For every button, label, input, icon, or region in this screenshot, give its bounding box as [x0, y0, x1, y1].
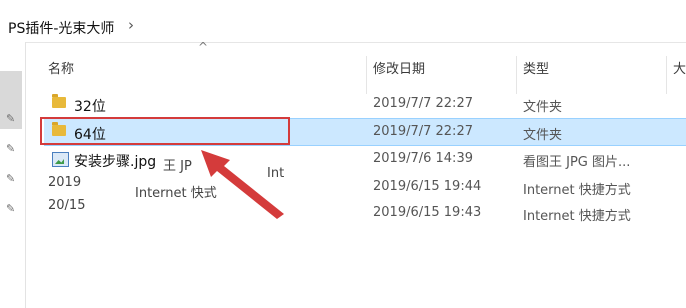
red-arrow-icon: [201, 150, 284, 219]
